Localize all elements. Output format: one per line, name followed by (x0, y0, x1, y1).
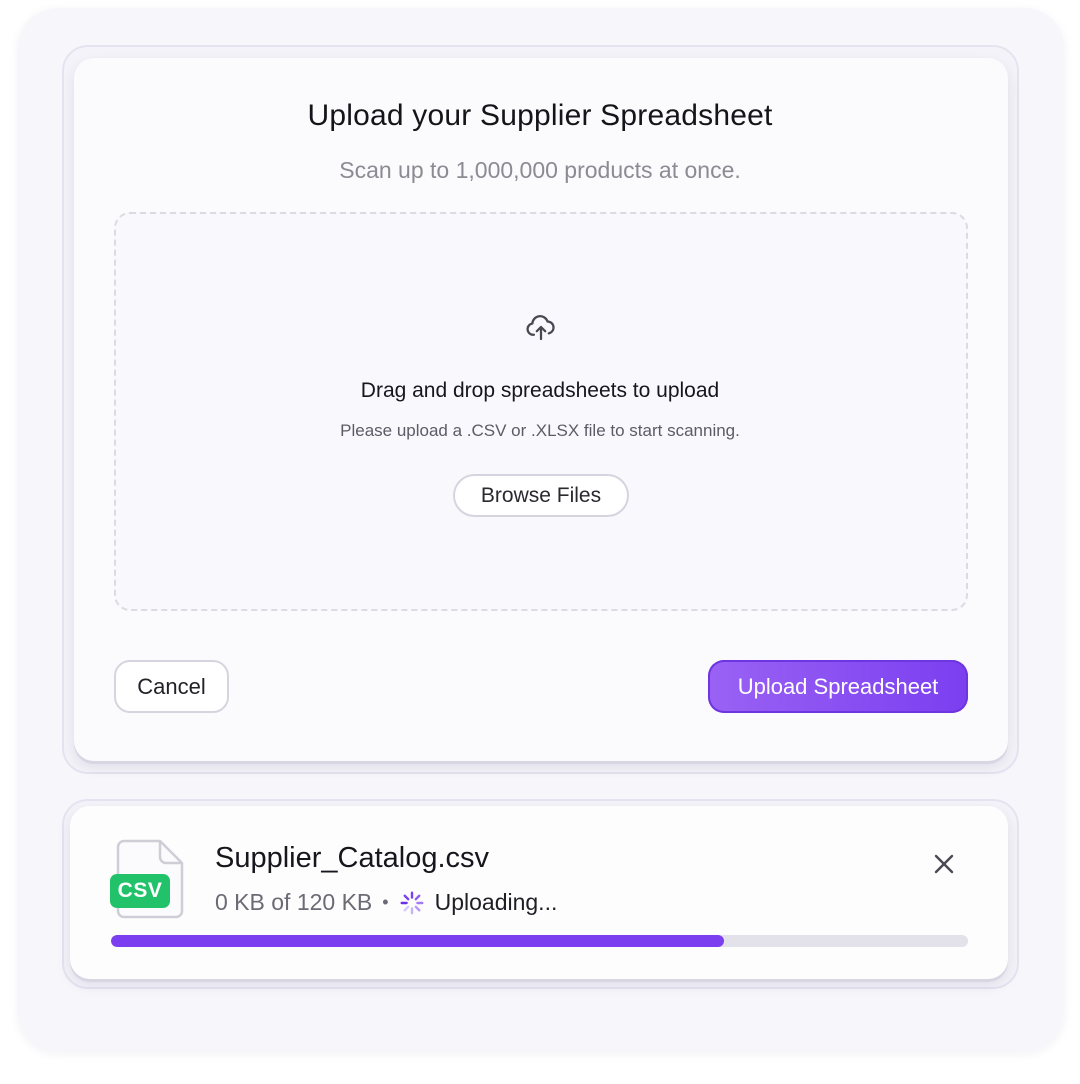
drop-zone[interactable] (114, 212, 968, 611)
meta-separator: • (382, 892, 389, 912)
remove-file-button[interactable] (926, 846, 962, 882)
upload-spreadsheet-button[interactable]: Upload Spreadsheet (708, 660, 968, 713)
file-size-progress: 0 KB of 120 KB (215, 889, 373, 915)
file-name: Supplier_Catalog.csv (215, 842, 490, 874)
close-icon (934, 854, 954, 874)
dialog-subtitle: Scan up to 1,000,000 products at once. (339, 157, 741, 183)
upload-progress-fill (111, 935, 724, 947)
file-meta: 0 KB of 120 KB • Uploading... (215, 889, 557, 916)
dropzone-heading: Drag and drop spreadsheets to upload (360, 379, 720, 402)
csv-badge: CSV (110, 874, 170, 908)
browse-files-button[interactable]: Browse Files (453, 474, 629, 517)
upload-status: Uploading... (434, 889, 558, 915)
spinner-icon (400, 891, 424, 914)
cloud-upload-icon (526, 315, 555, 341)
dialog-title: Upload your Supplier Spreadsheet (307, 99, 773, 132)
upload-progress-bar (111, 935, 968, 947)
dropzone-instructions: Please upload a .CSV or .XLSX file to st… (340, 421, 740, 440)
cancel-button[interactable]: Cancel (114, 660, 229, 713)
